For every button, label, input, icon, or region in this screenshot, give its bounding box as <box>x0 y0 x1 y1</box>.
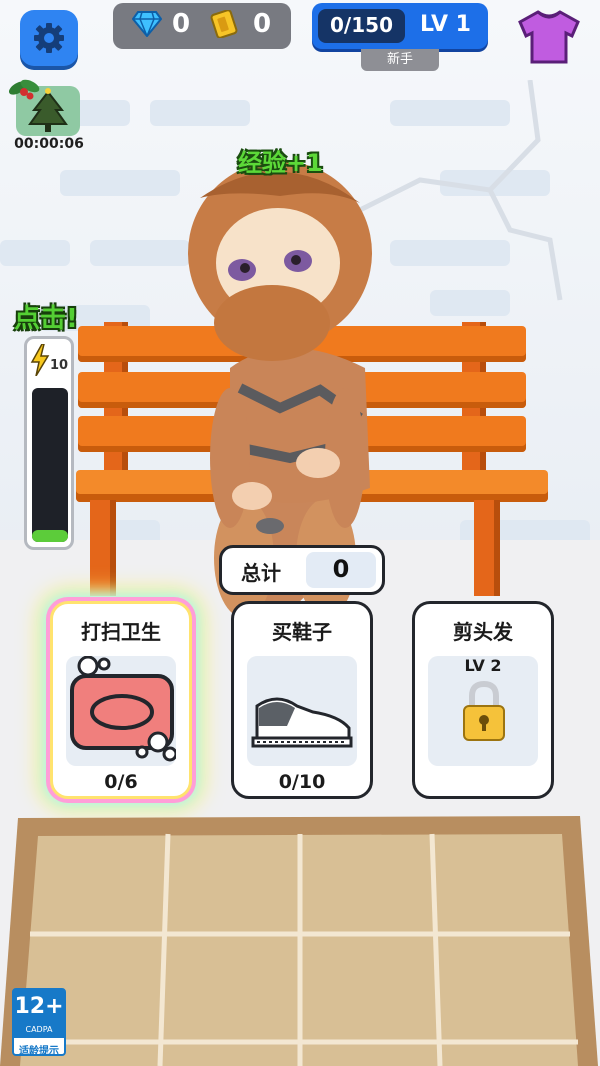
padlock-icon <box>463 680 505 741</box>
event-timer: 00:00:06 <box>14 136 84 152</box>
bench-leg <box>90 500 116 596</box>
ticket-count: 0 <box>253 9 272 39</box>
diamond-icon <box>132 11 162 37</box>
age-rating-org: CADPA <box>25 1025 53 1034</box>
ticket-icon <box>210 10 238 38</box>
task-image-shoes <box>247 656 357 766</box>
sneaker-icon <box>251 697 353 748</box>
xp-progress: 0/150 <box>330 13 393 37</box>
total-label: 总计 <box>241 561 281 585</box>
energy-max: 10 <box>50 358 69 373</box>
task-progress-clean: 0/6 <box>104 771 138 793</box>
outfit-shirt-button[interactable] <box>516 8 582 66</box>
task-title-haircut: 剪头发 <box>453 620 513 644</box>
wall-brick <box>0 240 70 266</box>
task-progress-shoes: 0/10 <box>278 771 326 793</box>
settings-button[interactable] <box>20 10 78 66</box>
level-label: LV 1 <box>420 12 471 37</box>
task-image-clean <box>66 655 178 766</box>
task-title-shoes: 买鞋子 <box>272 620 332 644</box>
rank-tag: 新手 <box>361 49 439 71</box>
soap-icon <box>70 655 178 762</box>
energy-track <box>32 388 68 542</box>
gear-icon <box>34 23 64 53</box>
gem-count: 0 <box>172 9 191 39</box>
task-title-clean: 打扫卫生 <box>81 620 161 644</box>
lightning-icon <box>30 344 50 376</box>
age-rating-note: 适龄提示 <box>19 1046 59 1057</box>
holly-decoration-icon <box>8 79 40 100</box>
energy-fill <box>32 530 68 542</box>
tap-prompt: 点击! <box>14 304 78 334</box>
dirt-tray[interactable] <box>0 806 600 1066</box>
bench-leg <box>474 500 500 596</box>
wall-brick <box>150 100 250 126</box>
xp-gain-popup: 经验+1 <box>238 149 323 177</box>
task-unlock-level: LV 2 <box>464 656 502 675</box>
total-value: 0 <box>332 555 350 583</box>
age-rating-number: 12+ <box>14 994 64 1019</box>
